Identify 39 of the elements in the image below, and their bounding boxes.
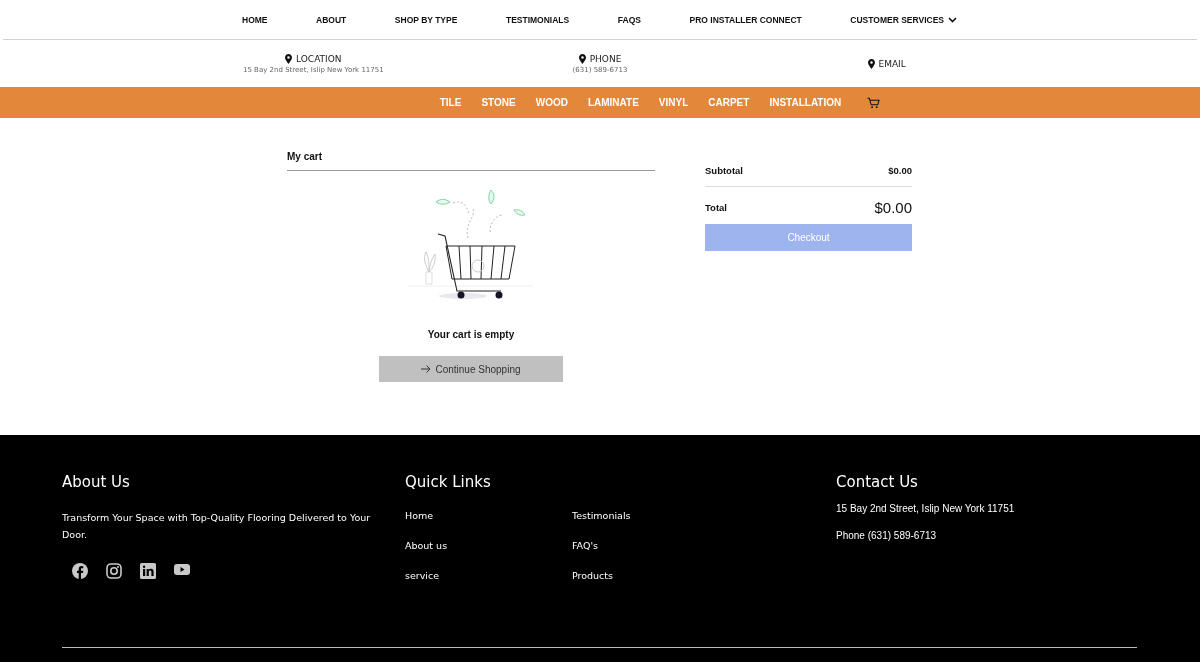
nav-link[interactable]: HOME [242, 14, 268, 25]
footer-link[interactable]: About us [405, 539, 448, 553]
contact-label: PHONE [589, 53, 622, 64]
instagram-icon[interactable] [106, 563, 122, 579]
footer-heading: Contact Us [836, 473, 919, 491]
contact-label: EMAIL [878, 58, 906, 69]
nav-link[interactable]: ABOUT [316, 14, 347, 25]
nav-link[interactable]: CUSTOMER SERVICES [850, 14, 957, 25]
location-pin-icon [578, 53, 586, 64]
nav-link[interactable]: FAQS [617, 14, 641, 25]
nav-link[interactable]: PRO INSTALLER CONNECT [689, 14, 802, 25]
footer-heading: Quick Links [405, 473, 492, 491]
footer-link[interactable]: Testimonials [572, 509, 631, 523]
linkedin-icon[interactable] [140, 563, 156, 579]
footer-link[interactable]: service [405, 569, 440, 583]
location-pin-icon [285, 53, 293, 64]
total-label: Total [705, 202, 727, 213]
subtotal-value: $0.00 [888, 165, 912, 176]
cart-icon[interactable] [867, 96, 881, 109]
subtotal-label: Subtotal [705, 165, 743, 176]
facebook-icon[interactable] [72, 563, 88, 579]
footer-link[interactable]: Products [572, 569, 614, 583]
chevron-down-icon [948, 16, 957, 23]
about-text: Transform Your Space with Top-Quality Flooring Delivered to Your Door. [62, 511, 372, 542]
location-pin-icon [867, 58, 875, 69]
contact-text: Phone (631) 589-6713 [836, 530, 938, 541]
contact-label: LOCATION [296, 53, 342, 64]
empty-cart-message: Your cart is empty [427, 329, 515, 340]
youtube-icon[interactable] [174, 563, 190, 576]
footer-heading: About Us [62, 473, 131, 491]
nav-link[interactable]: SHOP BY TYPE [394, 14, 458, 25]
footer-link[interactable]: FAQ's [572, 539, 598, 553]
footer-link[interactable]: Home [405, 509, 434, 523]
contact-text: 15 Bay 2nd Street, Islip New York 11751 [836, 503, 1016, 514]
arrow-right-icon [421, 364, 432, 374]
cart-title: My cart [287, 151, 655, 171]
continue-shopping-button[interactable]: Continue Shopping [379, 356, 563, 382]
total-value: $0.00 [874, 199, 912, 216]
nav-link[interactable]: TESTIMONIALS [505, 14, 570, 25]
